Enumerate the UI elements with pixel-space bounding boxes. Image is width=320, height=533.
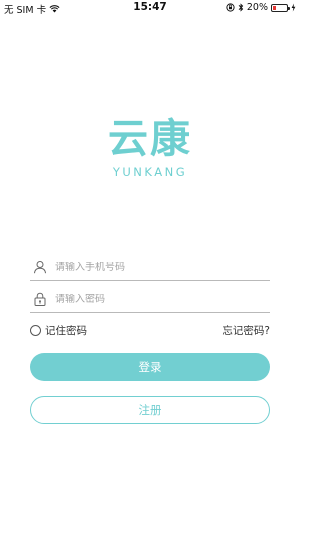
password-field: [30, 286, 270, 313]
battery-icon: [271, 3, 290, 12]
status-bar: 无 SIM 卡 15:47 20%: [0, 0, 300, 16]
battery-percent: 20%: [246, 2, 268, 13]
user-icon: [34, 261, 46, 274]
status-right: 20%: [226, 2, 296, 13]
password-input[interactable]: [55, 293, 255, 305]
bluetooth-icon: [238, 3, 244, 12]
phone-input[interactable]: [55, 261, 255, 273]
remember-label: 记住密码: [45, 325, 87, 337]
battery-level: [273, 5, 276, 10]
remember-password-toggle[interactable]: 记住密码: [30, 323, 87, 338]
charging-icon: [291, 3, 296, 12]
app-logo: 云康 YUNKANG: [0, 115, 300, 179]
forgot-password-link[interactable]: 忘记密码?: [222, 323, 270, 338]
phone-field: [30, 254, 270, 281]
logo-title: 云康: [108, 116, 192, 162]
lock-icon: [34, 292, 46, 306]
register-button[interactable]: 注册: [30, 396, 270, 424]
login-button[interactable]: 登录: [30, 353, 270, 381]
remember-radio-icon[interactable]: [30, 325, 41, 336]
logo-subtitle: YUNKANG: [112, 165, 188, 179]
orientation-lock-icon: [226, 3, 235, 12]
